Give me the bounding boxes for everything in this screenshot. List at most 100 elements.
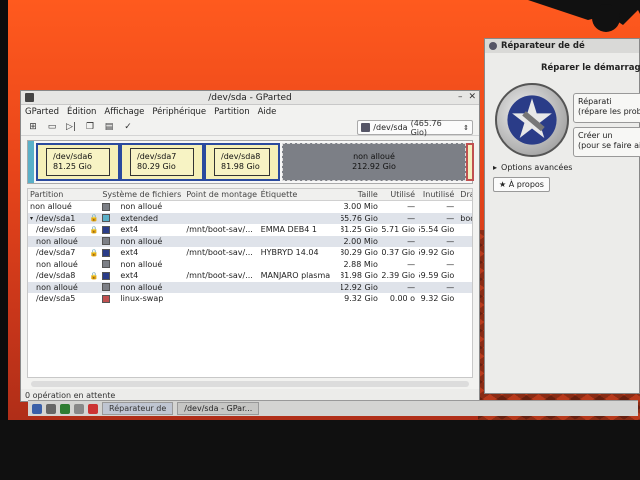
delete-icon[interactable]: ▭ [46, 121, 58, 133]
file-manager-icon[interactable] [46, 403, 56, 414]
column-unused[interactable]: Inutilisé [419, 189, 458, 200]
desktop-icon[interactable] [74, 403, 84, 414]
cell-size: 212.92 Gio [340, 282, 378, 292]
diskmap-partition-sda6[interactable]: /dev/sda6 81.25 Gio [36, 143, 120, 181]
terminal-icon[interactable] [60, 403, 70, 414]
diskmap-name: /dev/sda6 [53, 152, 93, 161]
table-row[interactable]: /dev/sda7 🔒 ext4 /mnt/boot-sav/... HYBRYD… [28, 247, 472, 259]
cell-fs-text: non alloué [120, 259, 163, 269]
expander-icon[interactable]: ▾ [30, 215, 33, 222]
column-used[interactable]: Utilisé [382, 189, 419, 200]
diskmap-unallocated[interactable]: non alloué 212.92 Gio [282, 143, 466, 181]
menu-edition[interactable]: Édition [67, 107, 96, 117]
column-flags[interactable]: Dra [458, 189, 472, 200]
apply-icon[interactable]: ✓ [122, 121, 134, 133]
resize-move-icon[interactable]: ▷| [65, 121, 77, 133]
cell-partition: non alloué [36, 259, 78, 269]
task-boot-repair[interactable]: Réparateur de [102, 402, 174, 415]
cell-partition: non alloué [36, 236, 78, 246]
task-gparted[interactable]: /dev/sda - GPar... [177, 402, 260, 415]
boot-repair-titlebar[interactable]: Réparateur de dé [485, 39, 639, 53]
column-mountpoint[interactable]: Point de montage [184, 189, 258, 200]
create-bootinfo-button[interactable]: Créer un (pour se faire ai [573, 127, 640, 157]
cell-unused: — [446, 202, 455, 212]
cell-size: 465.76 Gio [340, 213, 378, 223]
cell-label: MANJARO plasma [260, 271, 331, 281]
cell-fs-text: ext4 [120, 225, 139, 235]
cell-unused: — [446, 236, 455, 246]
cell-fs-text: linux-swap [120, 294, 164, 304]
column-label[interactable]: Étiquette [259, 189, 341, 200]
button-line: Créer un [578, 131, 613, 140]
cell-label: HYBRYD 14.04 [260, 248, 319, 258]
menu-aide[interactable]: Aide [258, 107, 277, 117]
diskmap-partition-sda7[interactable]: /dev/sda7 80.29 Gio [120, 143, 204, 181]
paste-icon[interactable]: ▤ [103, 121, 115, 133]
cell-partition-text: /dev/sda6 [36, 225, 76, 235]
cell-partition: /dev/sda8 🔒 [28, 271, 100, 280]
cell-used: — [407, 213, 416, 223]
browser-icon[interactable] [88, 403, 98, 414]
cell-mountpoint: /mnt/boot-sav/... [186, 248, 253, 258]
recommended-repair-button[interactable]: Réparati (répare les prob [573, 93, 640, 123]
column-partition[interactable]: Partition [28, 189, 100, 200]
cell-used: — [407, 259, 416, 269]
button-line: Réparati [578, 97, 612, 106]
fs-color-swatch [102, 237, 111, 246]
about-button[interactable]: ★ À propos [493, 177, 550, 192]
fs-color-swatch [102, 214, 111, 223]
cell-size: 2.00 Mio [343, 236, 378, 246]
table-row[interactable]: non alloué non alloué 3.00 Mio — — [28, 201, 472, 213]
cell-partition: non alloué [36, 282, 78, 292]
table-row[interactable]: /dev/sda8 🔒 ext4 /mnt/boot-sav/... MANJAR… [28, 270, 472, 282]
minimize-icon[interactable]: – [458, 92, 463, 102]
cell-unused: — [446, 213, 455, 223]
cell-partition: /dev/sda6 🔒 [28, 225, 100, 234]
table-row[interactable]: non alloué non alloué 2.88 Mio — — [28, 259, 472, 271]
copy-icon[interactable]: ❐ [84, 121, 96, 133]
gparted-titlebar[interactable]: /dev/sda - GParted – ✕ [21, 91, 479, 105]
menubar: GParted Édition Affichage Périphérique P… [21, 105, 479, 118]
start-menu-icon[interactable] [32, 403, 42, 414]
device-select[interactable]: /dev/sda (465.76 Gio) ⇕ [357, 119, 473, 137]
diskmap-partition-sda8[interactable]: /dev/sda8 81.98 Gio [204, 143, 280, 181]
column-size[interactable]: Taille [341, 189, 382, 200]
column-filesystem[interactable]: Système de fichiers [100, 189, 184, 200]
cell-fs-text: non alloué [120, 282, 163, 292]
menu-partition[interactable]: Partition [214, 107, 249, 117]
horizontal-scrollbar[interactable] [31, 381, 469, 387]
diskmap-size: 81.25 Gio [53, 162, 92, 171]
diskmap-name: non alloué [353, 152, 395, 161]
table-row[interactable]: /dev/sda6 🔒 ext4 /mnt/boot-sav/... EMMA D… [28, 224, 472, 236]
window-controls: – ✕ [458, 92, 476, 102]
cell-partition: /dev/sda5 [36, 294, 76, 304]
close-icon[interactable]: ✕ [468, 92, 476, 102]
table-row[interactable]: non alloué non alloué 212.92 Gio — — [28, 281, 472, 293]
boot-repair-heading: Réparer le démarrage d [541, 63, 640, 73]
menu-peripherique[interactable]: Périphérique [152, 107, 206, 117]
button-line: (pour se faire ai [578, 141, 640, 150]
cell-filesystem: non alloué [100, 260, 184, 269]
cell-filesystem: non alloué [100, 283, 184, 292]
table-row[interactable]: ▾/dev/sda1 🔒 extended 465.76 Gio — — boo [28, 212, 472, 224]
menu-gparted[interactable]: GParted [25, 107, 59, 117]
table-row[interactable]: /dev/sda5 linux-swap 9.32 Gio 0.00 o 9.3… [28, 293, 472, 305]
cell-flags: boo [460, 213, 472, 223]
cell-unused: 59.59 Gio [419, 271, 455, 281]
menu-affichage[interactable]: Affichage [104, 107, 144, 117]
star-icon: ★ [499, 180, 507, 189]
cell-filesystem: ext4 [100, 271, 184, 280]
boot-repair-title: Réparateur de dé [501, 41, 585, 51]
cell-fs-text: ext4 [120, 248, 139, 258]
boot-repair-logo [495, 83, 569, 157]
window-title: /dev/sda - GParted [208, 92, 292, 103]
button-line: (répare les prob [578, 107, 640, 116]
table-row[interactable]: non alloué non alloué 2.00 Mio — — [28, 235, 472, 247]
cell-fs-text: ext4 [120, 271, 139, 281]
advanced-options-expander[interactable]: ▸ Options avancées [493, 163, 572, 172]
cell-filesystem: non alloué [100, 237, 184, 246]
cell-unused: — [446, 282, 455, 292]
new-partition-icon[interactable]: ⊞ [27, 121, 39, 133]
diskmap-partition-sda5[interactable] [466, 143, 474, 181]
fs-color-swatch [102, 225, 111, 234]
